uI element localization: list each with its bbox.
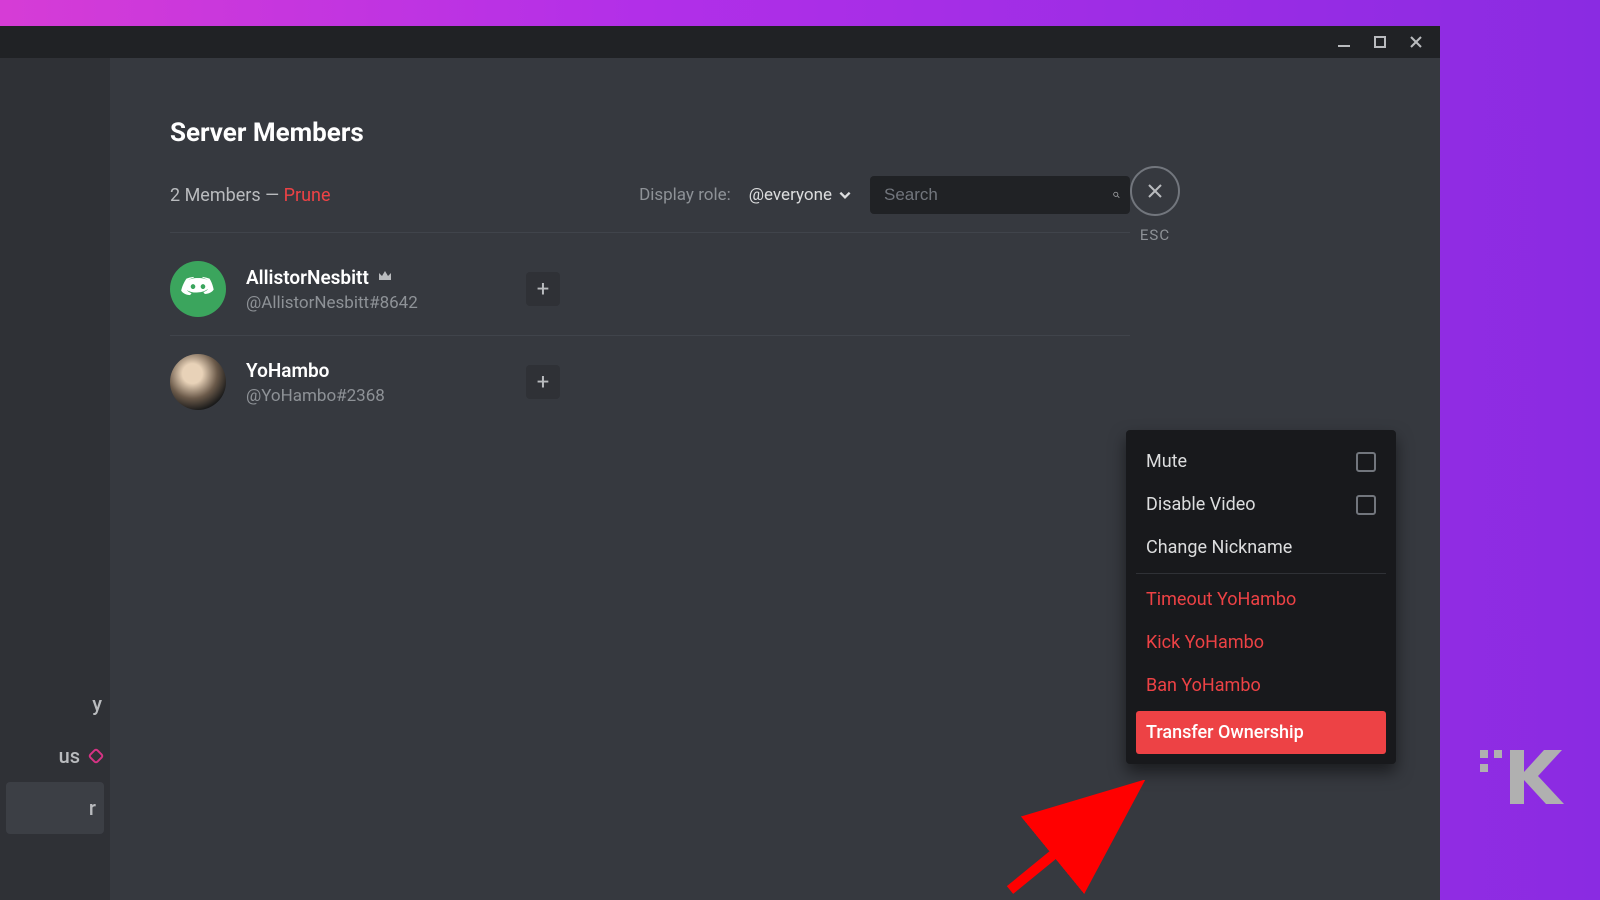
checkbox-icon — [1356, 452, 1376, 472]
sidebar-item-label: y — [92, 692, 102, 716]
context-menu-label: Timeout YoHambo — [1146, 589, 1296, 610]
outer-frame: y us r Server Members 2 Members — Prune … — [0, 0, 1600, 900]
member-context-menu: Mute Disable Video Change Nickname Timeo… — [1126, 430, 1396, 764]
window-minimize-icon[interactable] — [1334, 32, 1354, 52]
member-text: YoHambo @YoHambo#2368 — [246, 359, 506, 406]
sidebar-item[interactable]: us — [0, 730, 110, 782]
close-icon — [1130, 166, 1180, 216]
context-menu-separator — [1136, 573, 1386, 574]
member-count: 2 Members — Prune — [170, 185, 331, 206]
member-handle: @YoHambo#2368 — [246, 386, 506, 406]
context-menu-change-nickname[interactable]: Change Nickname — [1136, 526, 1386, 569]
sidebar-item[interactable]: y — [0, 678, 110, 730]
context-menu-label: Kick YoHambo — [1146, 632, 1264, 653]
avatar — [170, 354, 226, 410]
window-titlebar — [0, 26, 1440, 58]
close-esc-label: ESC — [1140, 226, 1170, 244]
page-title: Server Members — [170, 118, 1380, 148]
context-menu-ban[interactable]: Ban YoHambo — [1136, 664, 1386, 707]
member-row[interactable]: YoHambo @YoHambo#2368 + — [170, 336, 1130, 428]
search-input-wrap — [870, 176, 1130, 214]
context-menu-timeout[interactable]: Timeout YoHambo — [1136, 578, 1386, 621]
context-menu-kick[interactable]: Kick YoHambo — [1136, 621, 1386, 664]
chevron-down-icon — [838, 188, 852, 202]
avatar — [170, 261, 226, 317]
member-text: AllistorNesbitt @AllistorNesbitt#8642 — [246, 266, 506, 313]
crown-icon — [377, 269, 393, 285]
context-menu-label: Disable Video — [1146, 494, 1256, 515]
boost-gem-icon — [88, 748, 105, 765]
member-name-row: AllistorNesbitt — [246, 266, 506, 289]
context-menu-mute[interactable]: Mute — [1136, 440, 1386, 483]
sidebar-item-label: r — [89, 796, 96, 820]
member-name-row: YoHambo — [246, 359, 506, 382]
watermark-k-icon — [1480, 746, 1570, 810]
divider — [170, 232, 1130, 233]
add-role-button[interactable]: + — [526, 365, 560, 399]
sidebar-item[interactable]: r — [6, 782, 104, 834]
add-role-button[interactable]: + — [526, 272, 560, 306]
role-selector[interactable]: @everyone — [749, 185, 852, 205]
context-menu-label: Ban YoHambo — [1146, 675, 1261, 696]
member-row[interactable]: AllistorNesbitt @AllistorNesbitt#8642 + — [170, 243, 1130, 336]
window-close-icon[interactable] — [1406, 32, 1426, 52]
window-maximize-icon[interactable] — [1370, 32, 1390, 52]
filters: Display role: @everyone — [639, 176, 1130, 214]
members-toolbar: 2 Members — Prune Display role: @everyon… — [170, 176, 1130, 214]
search-input[interactable] — [884, 185, 1105, 205]
context-menu-disable-video[interactable]: Disable Video — [1136, 483, 1386, 526]
settings-sidebar: y us r — [0, 58, 110, 900]
discord-logo-icon — [181, 272, 215, 306]
context-menu-label: Transfer Ownership — [1146, 722, 1304, 743]
search-icon — [1113, 186, 1120, 204]
role-selected-value: @everyone — [749, 185, 832, 205]
display-role-label: Display role: — [639, 185, 731, 205]
member-name: YoHambo — [246, 359, 329, 382]
close-settings[interactable]: ESC — [1130, 166, 1180, 244]
context-menu-transfer-ownership[interactable]: Transfer Ownership — [1136, 711, 1386, 754]
member-name: AllistorNesbitt — [246, 266, 369, 289]
member-count-text: 2 Members — — [170, 185, 284, 206]
sidebar-item-label: us — [59, 744, 80, 768]
member-handle: @AllistorNesbitt#8642 — [246, 293, 506, 313]
context-menu-label: Mute — [1146, 451, 1187, 472]
prune-link[interactable]: Prune — [284, 185, 331, 206]
context-menu-label: Change Nickname — [1146, 537, 1292, 558]
plus-icon: + — [537, 370, 549, 395]
checkbox-icon — [1356, 495, 1376, 515]
plus-icon: + — [537, 277, 549, 302]
